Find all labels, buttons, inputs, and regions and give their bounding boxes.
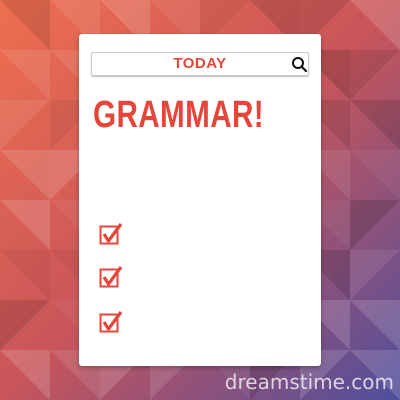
app-card: TODAY GRAMMAR! — [79, 34, 321, 366]
checkbox-checked-icon[interactable] — [99, 310, 123, 334]
search-bar[interactable]: TODAY — [91, 52, 309, 76]
search-icon[interactable] — [291, 56, 307, 72]
watermark: dreamstime.com — [224, 370, 394, 394]
page-heading: GRAMMAR! — [93, 94, 265, 136]
checkbox-checked-icon[interactable] — [99, 222, 123, 246]
search-text: TODAY — [173, 55, 227, 72]
checkbox-checked-icon[interactable] — [99, 265, 123, 289]
